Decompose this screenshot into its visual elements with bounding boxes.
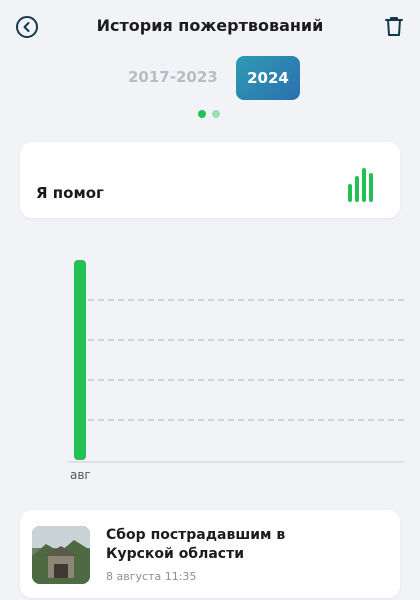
bar-авг[interactable] — [74, 260, 86, 460]
bar-chart-icon — [348, 168, 373, 202]
summary-card[interactable]: Я помог — [20, 142, 400, 218]
news-title: Сбор пострадавшим в Курской области — [106, 527, 286, 562]
pager-dot-inactive[interactable] — [212, 110, 220, 118]
pager-dot-active[interactable] — [198, 110, 206, 118]
news-date: 8 августа 11:35 — [106, 570, 197, 583]
donations-chart: авг — [0, 230, 420, 490]
pager-dots — [198, 110, 220, 118]
news-thumbnail — [32, 526, 90, 584]
x-tick-label: авг — [70, 468, 91, 482]
tab-2024[interactable]: 2024 — [236, 56, 300, 100]
header: История пожертвований — [0, 0, 420, 56]
news-card[interactable]: Сбор пострадавшим в Курской области 8 ав… — [20, 510, 400, 598]
page-title: История пожертвований — [96, 16, 324, 35]
grid — [68, 299, 404, 463]
chart-svg — [68, 260, 404, 463]
summary-label: Я помог — [36, 184, 104, 202]
trash-icon[interactable] — [384, 15, 404, 37]
bars — [74, 260, 86, 460]
tab-2017-2023[interactable]: 2017-2023 — [128, 68, 218, 86]
year-tabs: 2017-2023 2024 — [0, 56, 420, 102]
